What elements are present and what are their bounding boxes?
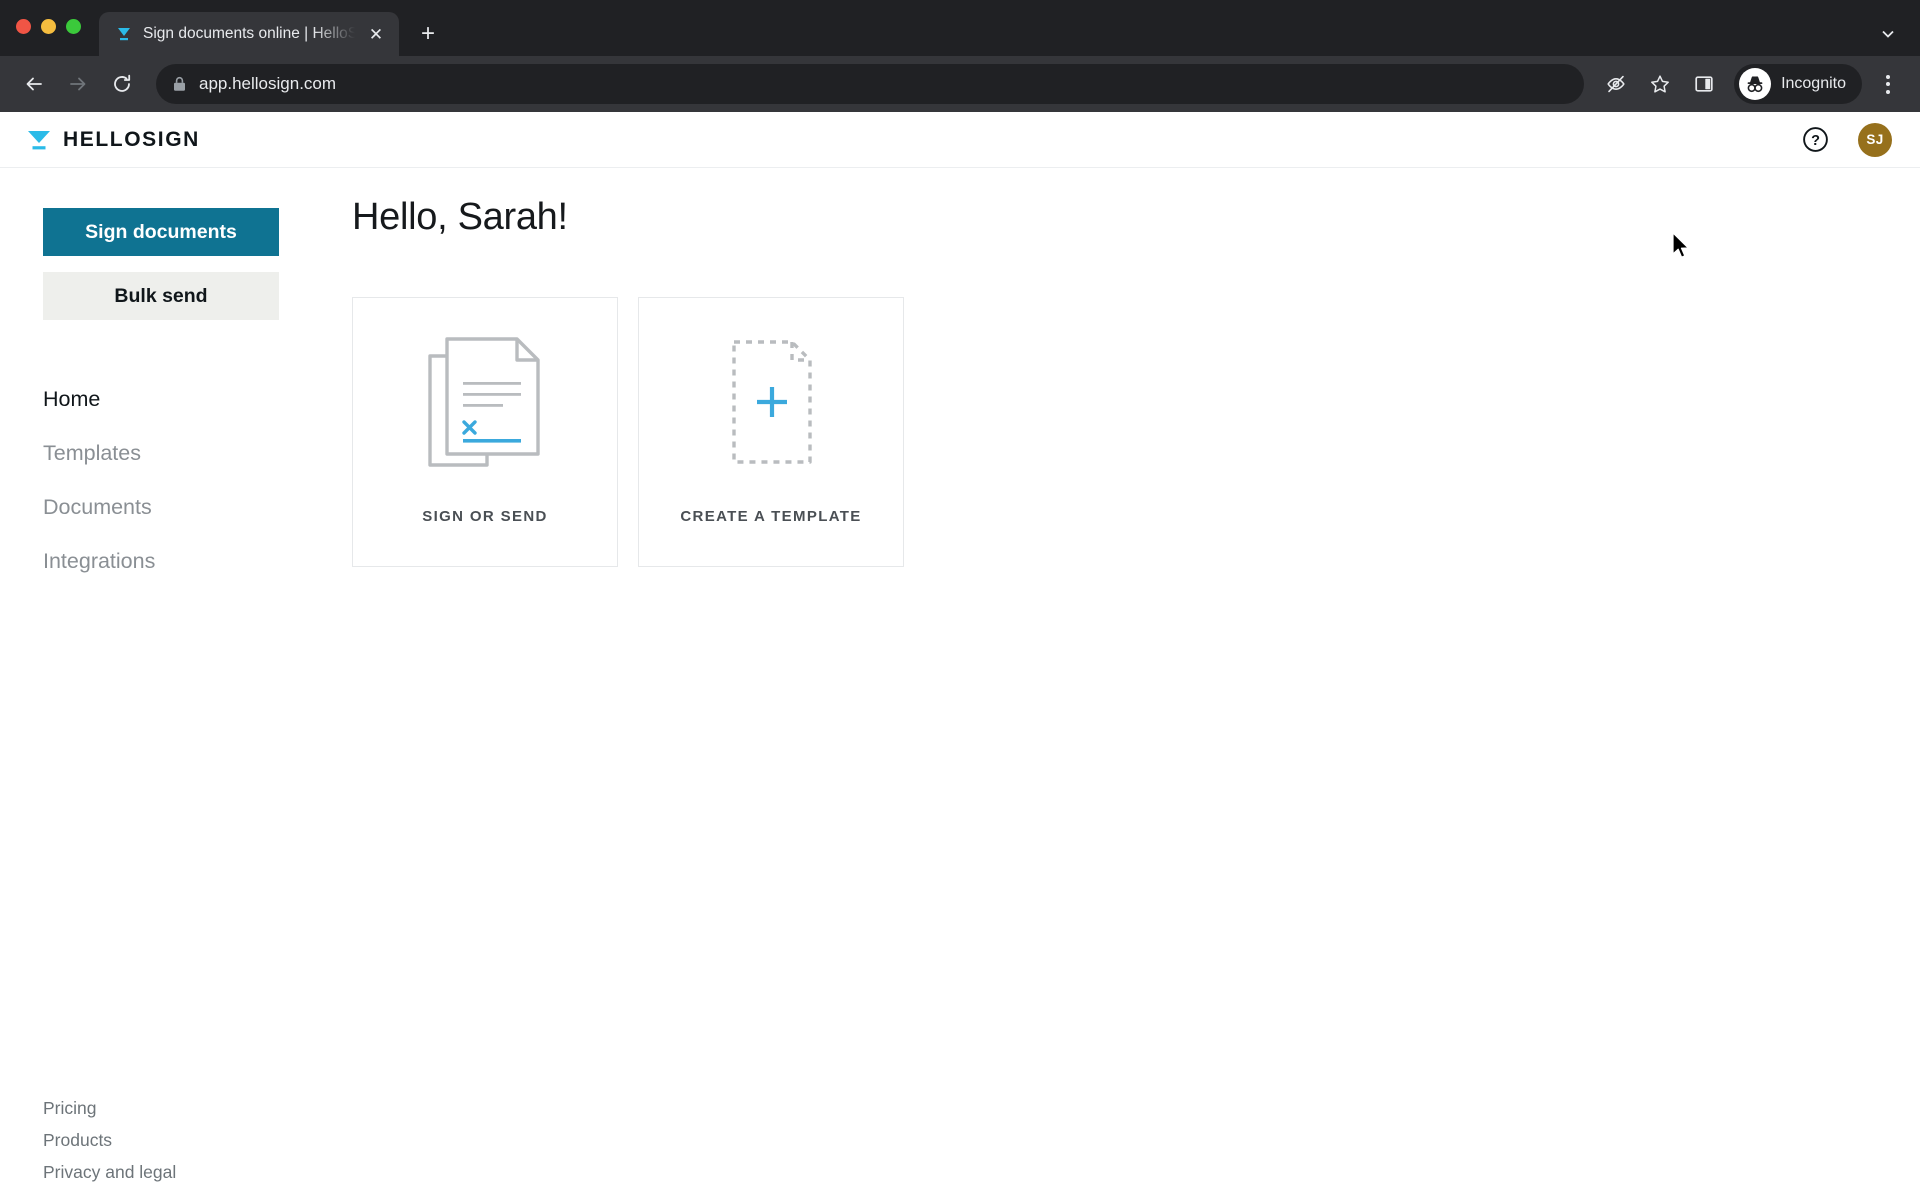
- browser-toolbar: app.hellosign.com Incognito: [0, 56, 1920, 112]
- create-a-template-card[interactable]: CREATE A TEMPLATE: [638, 297, 904, 567]
- footer-link-products[interactable]: Products: [43, 1130, 176, 1151]
- sign-or-send-card[interactable]: SIGN OR SEND: [352, 297, 618, 567]
- new-template-icon: [716, 332, 826, 472]
- bulk-send-button[interactable]: Bulk send: [43, 272, 279, 320]
- side-panel-icon[interactable]: [1684, 64, 1724, 104]
- sidebar-item-home[interactable]: Home: [43, 372, 352, 426]
- app-header-actions: ? SJ: [1801, 122, 1892, 157]
- app-body: Sign documents Bulk send Home Templates …: [0, 168, 1920, 1199]
- signed-document-icon: [425, 332, 545, 472]
- address-bar-url: app.hellosign.com: [199, 74, 337, 93]
- window-close-button[interactable]: [16, 18, 31, 34]
- star-icon[interactable]: [1640, 64, 1680, 104]
- new-tab-button[interactable]: +: [411, 17, 445, 51]
- kebab-menu-icon[interactable]: [1870, 64, 1906, 104]
- page-viewport: HELLOSIGN ? SJ Sign documents Bulk send: [0, 112, 1920, 1200]
- app-brand-name: HELLOSIGN: [63, 127, 200, 151]
- back-button[interactable]: [14, 64, 54, 104]
- reload-button[interactable]: [102, 64, 142, 104]
- browser-toolbar-actions: Incognito: [1596, 64, 1906, 104]
- close-icon[interactable]: ✕: [365, 23, 387, 45]
- hellosign-triangle-icon: [26, 129, 52, 151]
- avatar[interactable]: SJ: [1858, 122, 1892, 157]
- svg-text:?: ?: [1811, 133, 1820, 149]
- footer-link-pricing[interactable]: Pricing: [43, 1098, 176, 1119]
- window-maximize-button[interactable]: [66, 18, 81, 34]
- app-brand[interactable]: HELLOSIGN: [26, 128, 200, 152]
- lock-icon: [172, 76, 187, 92]
- hellosign-logo-icon: [115, 25, 133, 43]
- browser-tab-strip: Sign documents online | HelloS ✕ +: [0, 0, 1920, 56]
- chevron-down-icon[interactable]: [1868, 12, 1908, 56]
- eye-slash-icon[interactable]: [1596, 64, 1636, 104]
- address-bar[interactable]: app.hellosign.com: [156, 64, 1585, 104]
- sidebar-nav: Home Templates Documents Integrations: [43, 372, 352, 588]
- sidebar-footer-links: Pricing Products Privacy and legal: [43, 1098, 176, 1183]
- browser-tab-active[interactable]: Sign documents online | HelloS ✕: [99, 12, 399, 56]
- help-icon[interactable]: ?: [1801, 125, 1830, 154]
- window-minimize-button[interactable]: [41, 18, 56, 34]
- browser-window: Sign documents online | HelloS ✕ + app.h…: [0, 0, 1920, 1200]
- sidebar: Sign documents Bulk send Home Templates …: [0, 168, 352, 1199]
- app-header: HELLOSIGN ? SJ: [0, 112, 1920, 168]
- sidebar-item-integrations[interactable]: Integrations: [43, 534, 352, 588]
- sign-documents-button[interactable]: Sign documents: [43, 208, 279, 256]
- incognito-hat-icon: [1739, 68, 1772, 100]
- profile-incognito-button[interactable]: Incognito: [1734, 64, 1862, 104]
- window-traffic-lights: [16, 0, 99, 56]
- forward-button[interactable]: [58, 64, 98, 104]
- page-title: Hello, Sarah!: [352, 196, 568, 238]
- footer-link-privacy-and-legal[interactable]: Privacy and legal: [43, 1162, 176, 1183]
- sign-or-send-card-label: SIGN OR SEND: [422, 508, 548, 525]
- action-cards: SIGN OR SEND CREATE A TEMPLATE: [352, 297, 1920, 567]
- sidebar-item-documents[interactable]: Documents: [43, 480, 352, 534]
- browser-tab-title: Sign documents online | HelloS: [143, 25, 355, 42]
- create-a-template-card-label: CREATE A TEMPLATE: [680, 508, 862, 525]
- main-content: Hello, Sarah! SIGN OR SEND CREATE A TEMP…: [352, 168, 1920, 1199]
- sidebar-item-templates[interactable]: Templates: [43, 426, 352, 480]
- profile-label: Incognito: [1781, 75, 1846, 92]
